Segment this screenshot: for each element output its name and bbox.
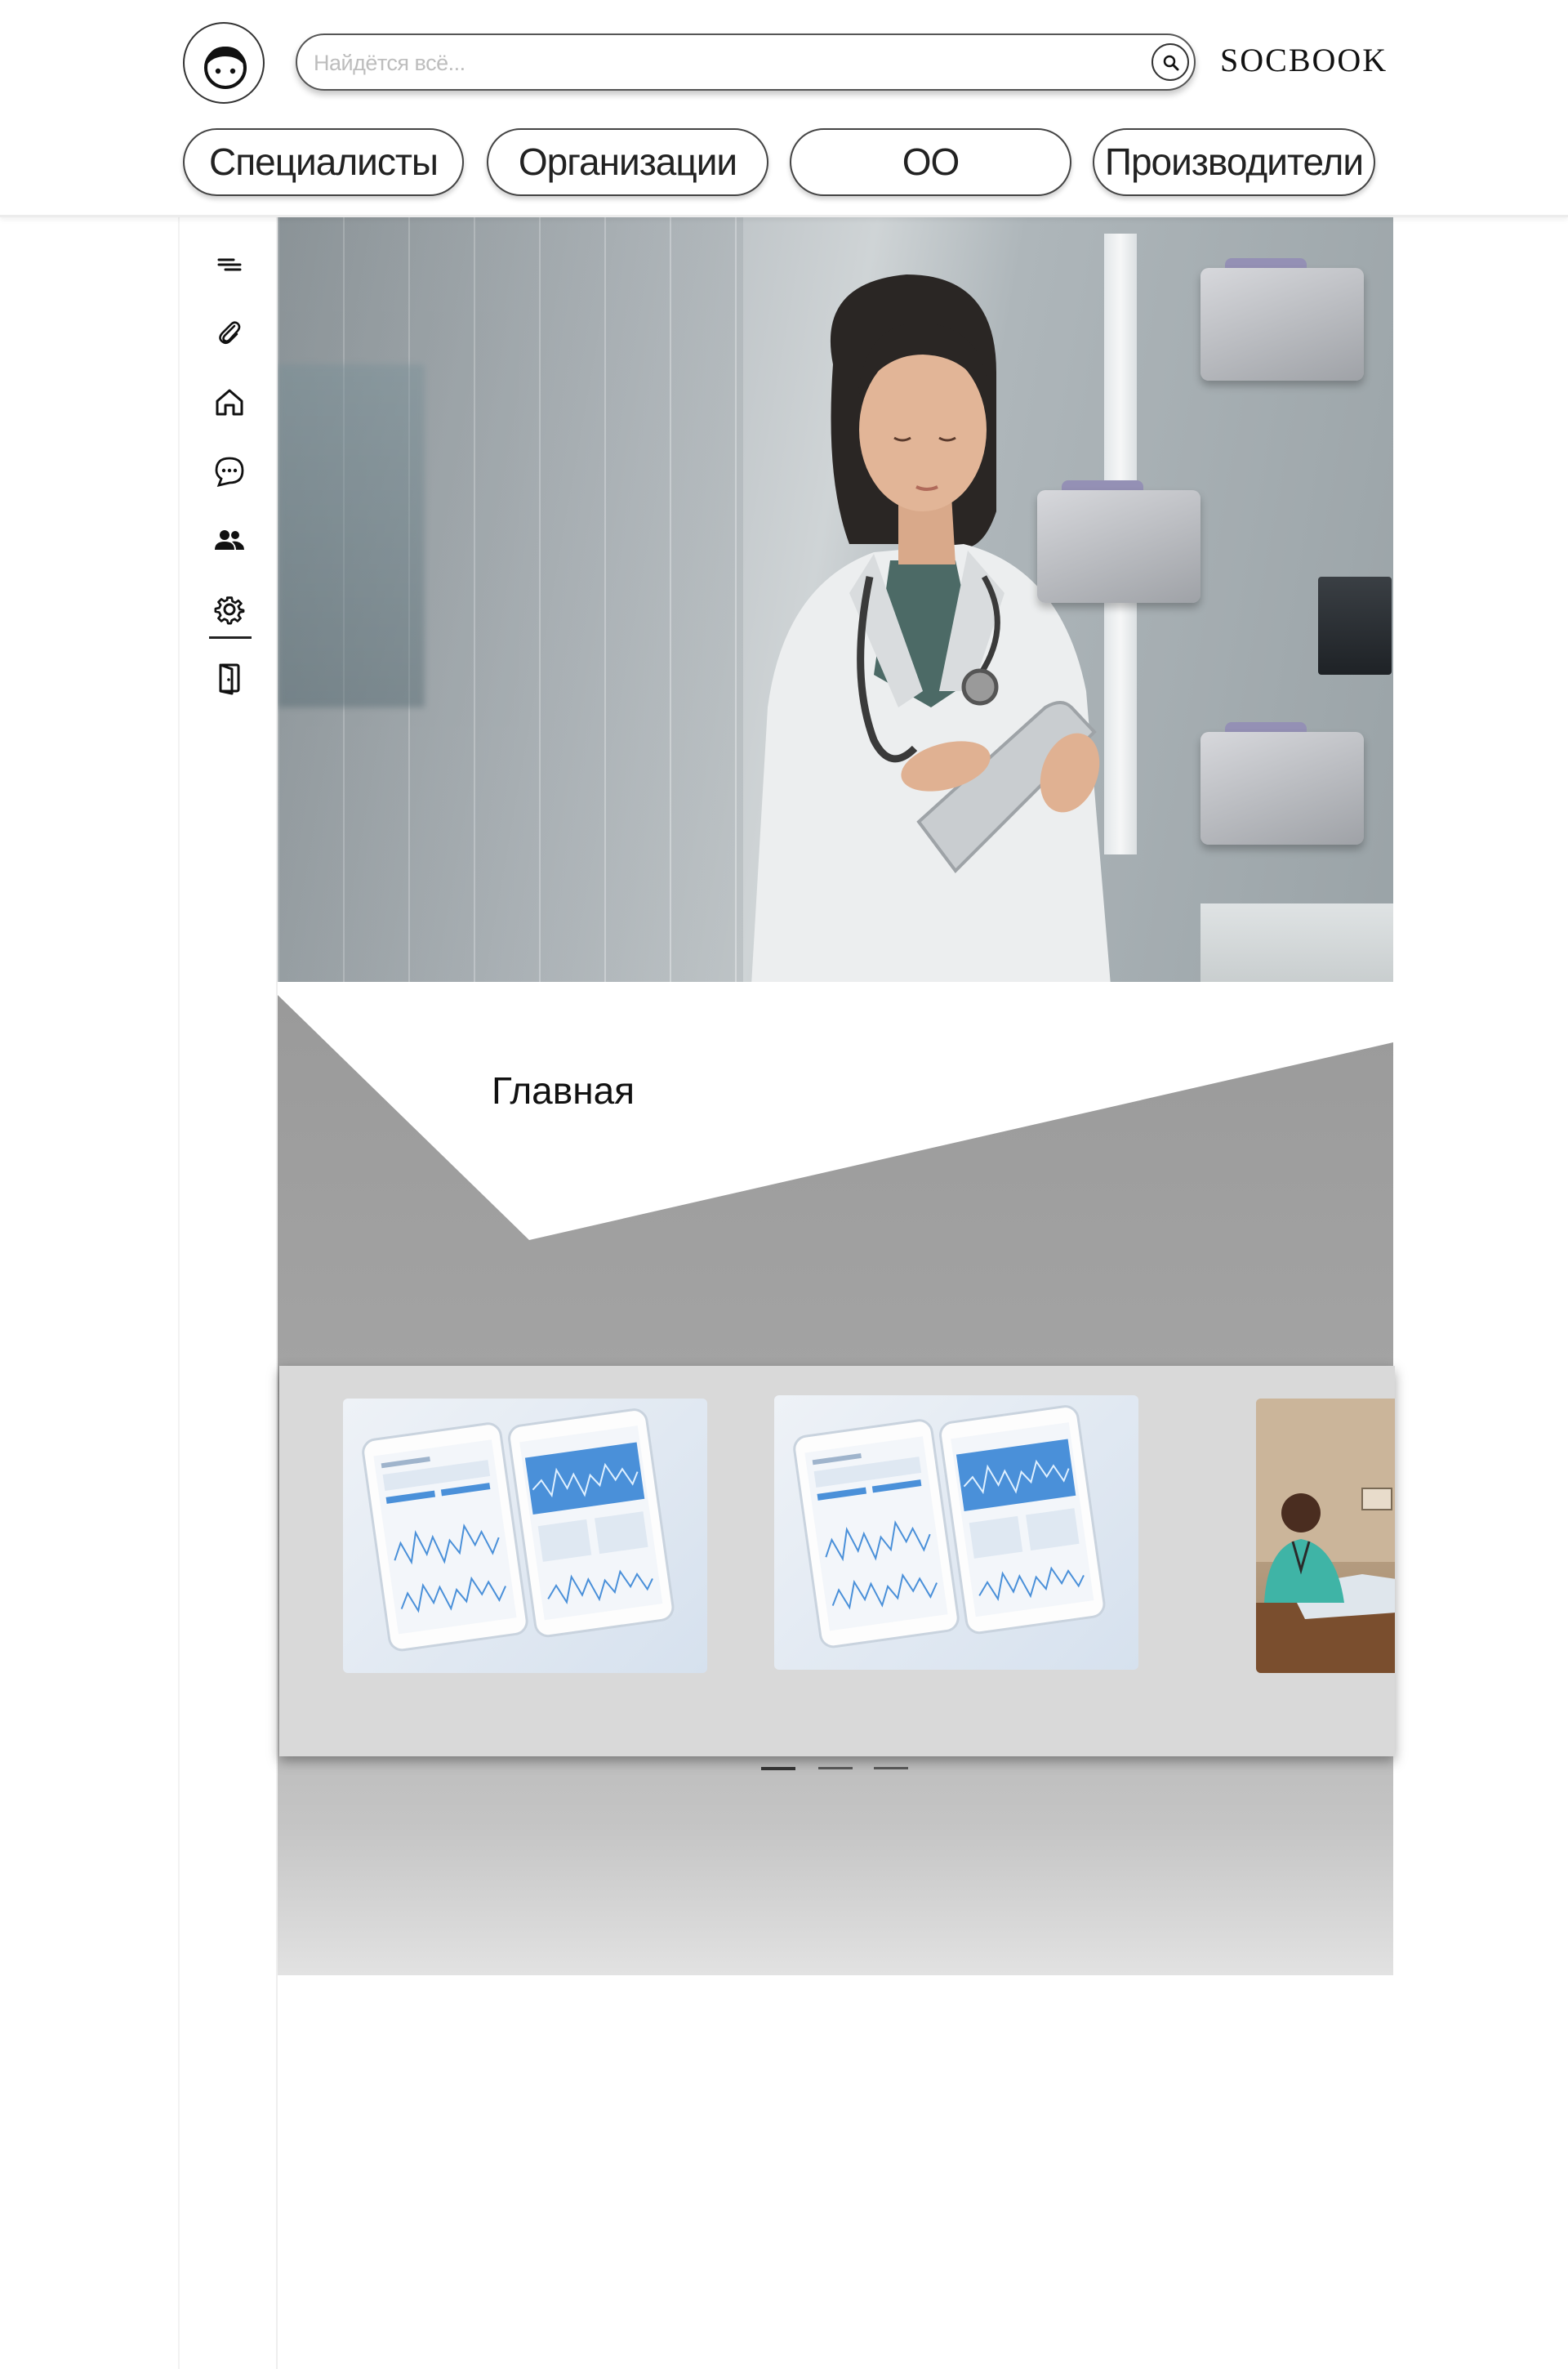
carousel-indicators [761,1767,908,1775]
brand-logo: SOCBOOK [1220,42,1388,78]
search-input[interactable] [314,47,1098,79]
menu-icon [217,258,242,271]
tablets-mockup-image [362,1408,675,1652]
sidebar-item-attachments[interactable] [212,315,247,350]
logout-icon [219,663,240,695]
chat-icon [215,457,244,487]
carousel-indicator[interactable] [874,1767,908,1769]
search-bar [296,33,1196,91]
sidebar-item-chat[interactable] [212,454,247,489]
sidebar-item-logout[interactable] [212,661,247,695]
users-icon [215,530,244,550]
clinic-photo-image [1256,1399,1395,1673]
tab-organizations[interactable]: Организации [487,128,768,196]
search-icon [1163,55,1179,71]
page-title: Главная [492,1069,635,1112]
settings-icon [214,596,245,625]
sidebar [178,217,278,2369]
carousel-slide[interactable] [1256,1399,1395,1673]
paperclip-icon [219,321,241,345]
decorative-banner-shape [278,995,1393,1240]
carousel-indicator[interactable] [818,1767,853,1769]
hero-blinds-overlay [278,217,743,982]
floating-folder-icon [1037,480,1200,603]
hero-monitor [1318,577,1392,675]
sidebar-item-users[interactable] [212,523,247,557]
avatar-face-icon [204,47,247,89]
tab-oo[interactable]: ОО [790,128,1071,196]
avatar[interactable] [183,22,265,104]
active-indicator [209,636,252,639]
sidebar-item-menu[interactable] [212,247,247,281]
hero-image [278,217,1393,982]
carousel [279,1366,1395,1756]
tab-manufacturers[interactable]: Производители [1093,128,1375,196]
carousel-slide[interactable] [774,1395,1138,1670]
floating-folder-icon [1200,722,1364,845]
carousel-indicator[interactable] [761,1767,795,1770]
header: SOCBOOK Специалисты Организации ОО Произ… [0,0,1568,217]
tab-specialists[interactable]: Специалисты [183,128,464,196]
search-button[interactable] [1152,43,1189,81]
tablets-mockup-image [793,1405,1106,1648]
sidebar-item-settings[interactable] [212,592,247,627]
sidebar-item-home[interactable] [212,385,247,419]
carousel-slide[interactable] [343,1399,707,1673]
floating-folder-icon [1200,258,1364,381]
home-icon [216,389,243,416]
